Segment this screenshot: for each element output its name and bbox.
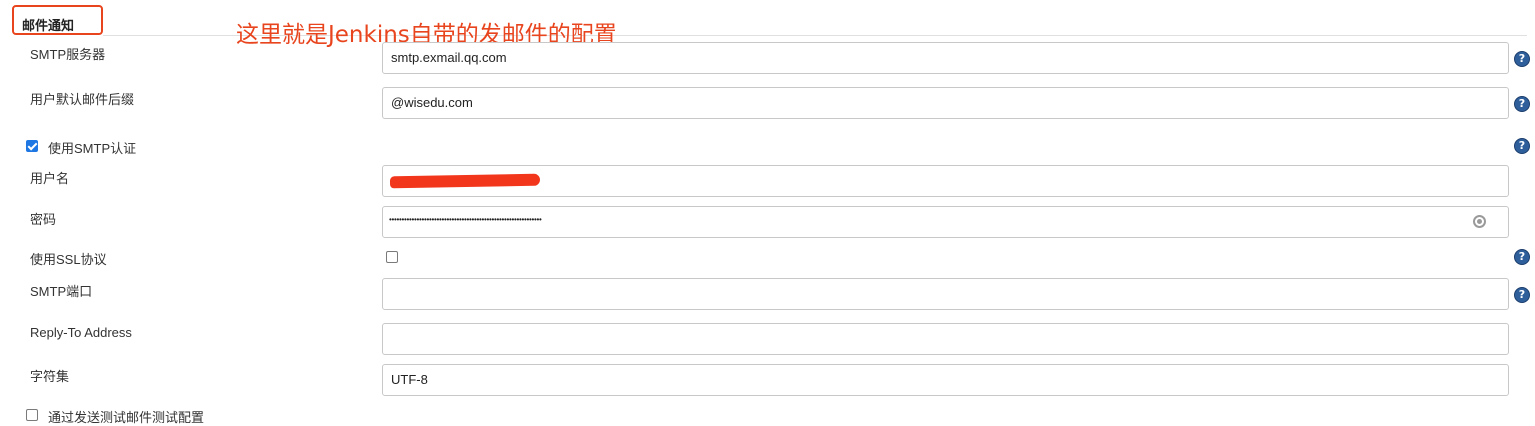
smtp-server-input[interactable]: smtp.exmail.qq.com xyxy=(382,42,1509,74)
password-masked-value: ••••••••••••••••••••••••••••••••••••••••… xyxy=(389,215,542,224)
password-input[interactable] xyxy=(382,206,1509,238)
help-question-icon[interactable]: ? xyxy=(1514,51,1530,67)
help-question-icon[interactable]: ? xyxy=(1514,249,1530,265)
help-question-icon[interactable]: ? xyxy=(1514,138,1530,154)
use-ssl-label: 使用SSL协议 xyxy=(30,252,107,267)
help-question-icon[interactable]: ? xyxy=(1514,96,1530,112)
password-key-icon[interactable] xyxy=(1473,215,1486,228)
reply-to-input[interactable] xyxy=(382,323,1509,355)
reply-to-label: Reply-To Address xyxy=(30,325,132,340)
charset-input[interactable]: UTF-8 xyxy=(382,364,1509,396)
charset-label: 字符集 xyxy=(30,369,70,384)
test-config-checkbox[interactable] xyxy=(26,409,38,421)
username-input[interactable] xyxy=(382,165,1509,197)
smtp-port-input[interactable] xyxy=(382,278,1509,310)
username-label: 用户名 xyxy=(30,171,70,186)
default-email-suffix-label: 用户默认邮件后缀 xyxy=(30,92,135,107)
section-title-email-notification: 邮件通知 xyxy=(12,5,103,35)
use-ssl-checkbox[interactable] xyxy=(386,251,398,263)
default-email-suffix-input[interactable]: @wisedu.com xyxy=(382,87,1509,119)
smtp-server-label: SMTP服务器 xyxy=(30,47,106,62)
smtp-port-label: SMTP端口 xyxy=(30,284,93,299)
use-smtp-auth-label: 使用SMTP认证 xyxy=(48,141,137,156)
use-smtp-auth-checkbox[interactable] xyxy=(26,140,38,152)
test-config-label: 通过发送测试邮件测试配置 xyxy=(48,410,205,425)
password-label: 密码 xyxy=(30,212,57,227)
help-question-icon[interactable]: ? xyxy=(1514,287,1530,303)
